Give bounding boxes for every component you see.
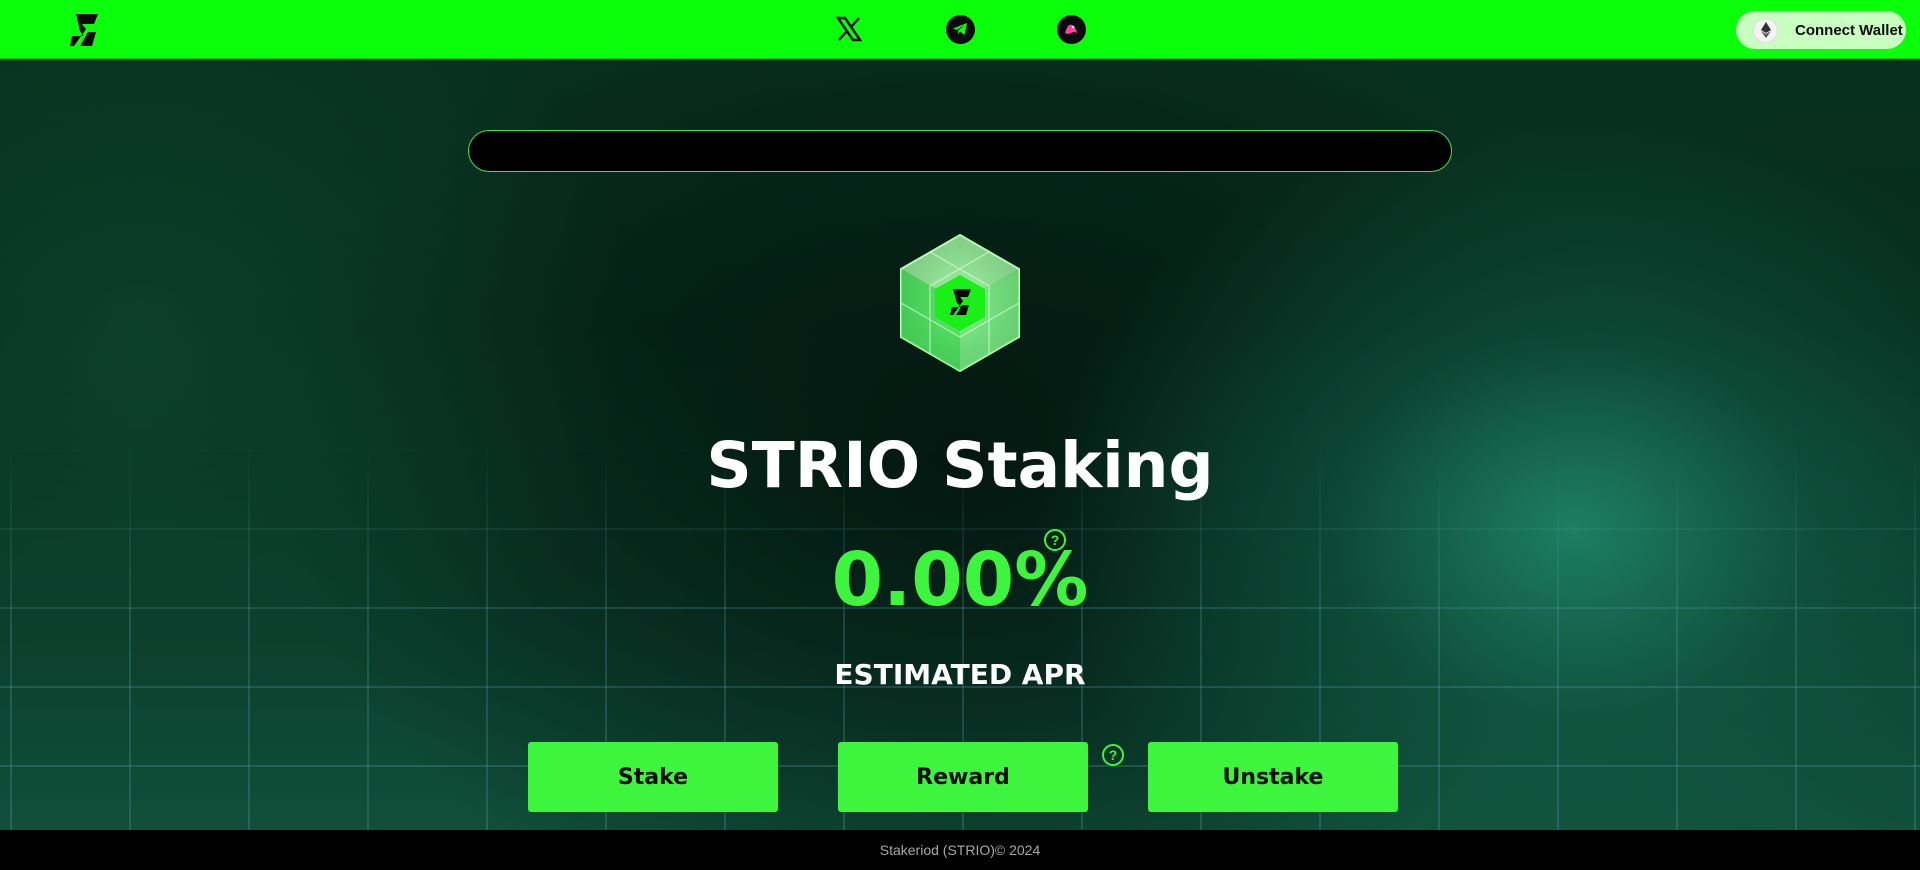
page-title: STRIO Staking: [706, 429, 1214, 502]
strio-logo-icon[interactable]: [66, 11, 102, 48]
search-input[interactable]: [468, 130, 1452, 172]
staking-panel: STRIO Staking ? 0.00% ESTIMATED APR Stak…: [0, 59, 1920, 830]
apr-value: 0.00%: [831, 537, 1089, 623]
community-badge-icon[interactable]: [1056, 14, 1086, 44]
footer: Stakeriod (STRIO)© 2024: [0, 830, 1920, 870]
x-twitter-icon[interactable]: [834, 14, 864, 44]
unstake-button[interactable]: Unstake: [1148, 742, 1398, 812]
telegram-icon[interactable]: [945, 14, 975, 44]
reward-button[interactable]: Reward: [838, 742, 1088, 812]
reward-help-icon[interactable]: ?: [1102, 744, 1124, 766]
apr-label: ESTIMATED APR: [834, 658, 1086, 691]
top-nav-bar: Connect Wallet: [0, 0, 1920, 59]
ethereum-icon: [1753, 17, 1778, 43]
stake-button[interactable]: Stake: [528, 742, 778, 812]
connect-wallet-button[interactable]: Connect Wallet: [1736, 11, 1906, 49]
copyright-text: Stakeriod (STRIO)© 2024: [879, 842, 1041, 858]
strio-cube-logo: [895, 231, 1025, 375]
connect-wallet-label: Connect Wallet: [1795, 21, 1903, 39]
